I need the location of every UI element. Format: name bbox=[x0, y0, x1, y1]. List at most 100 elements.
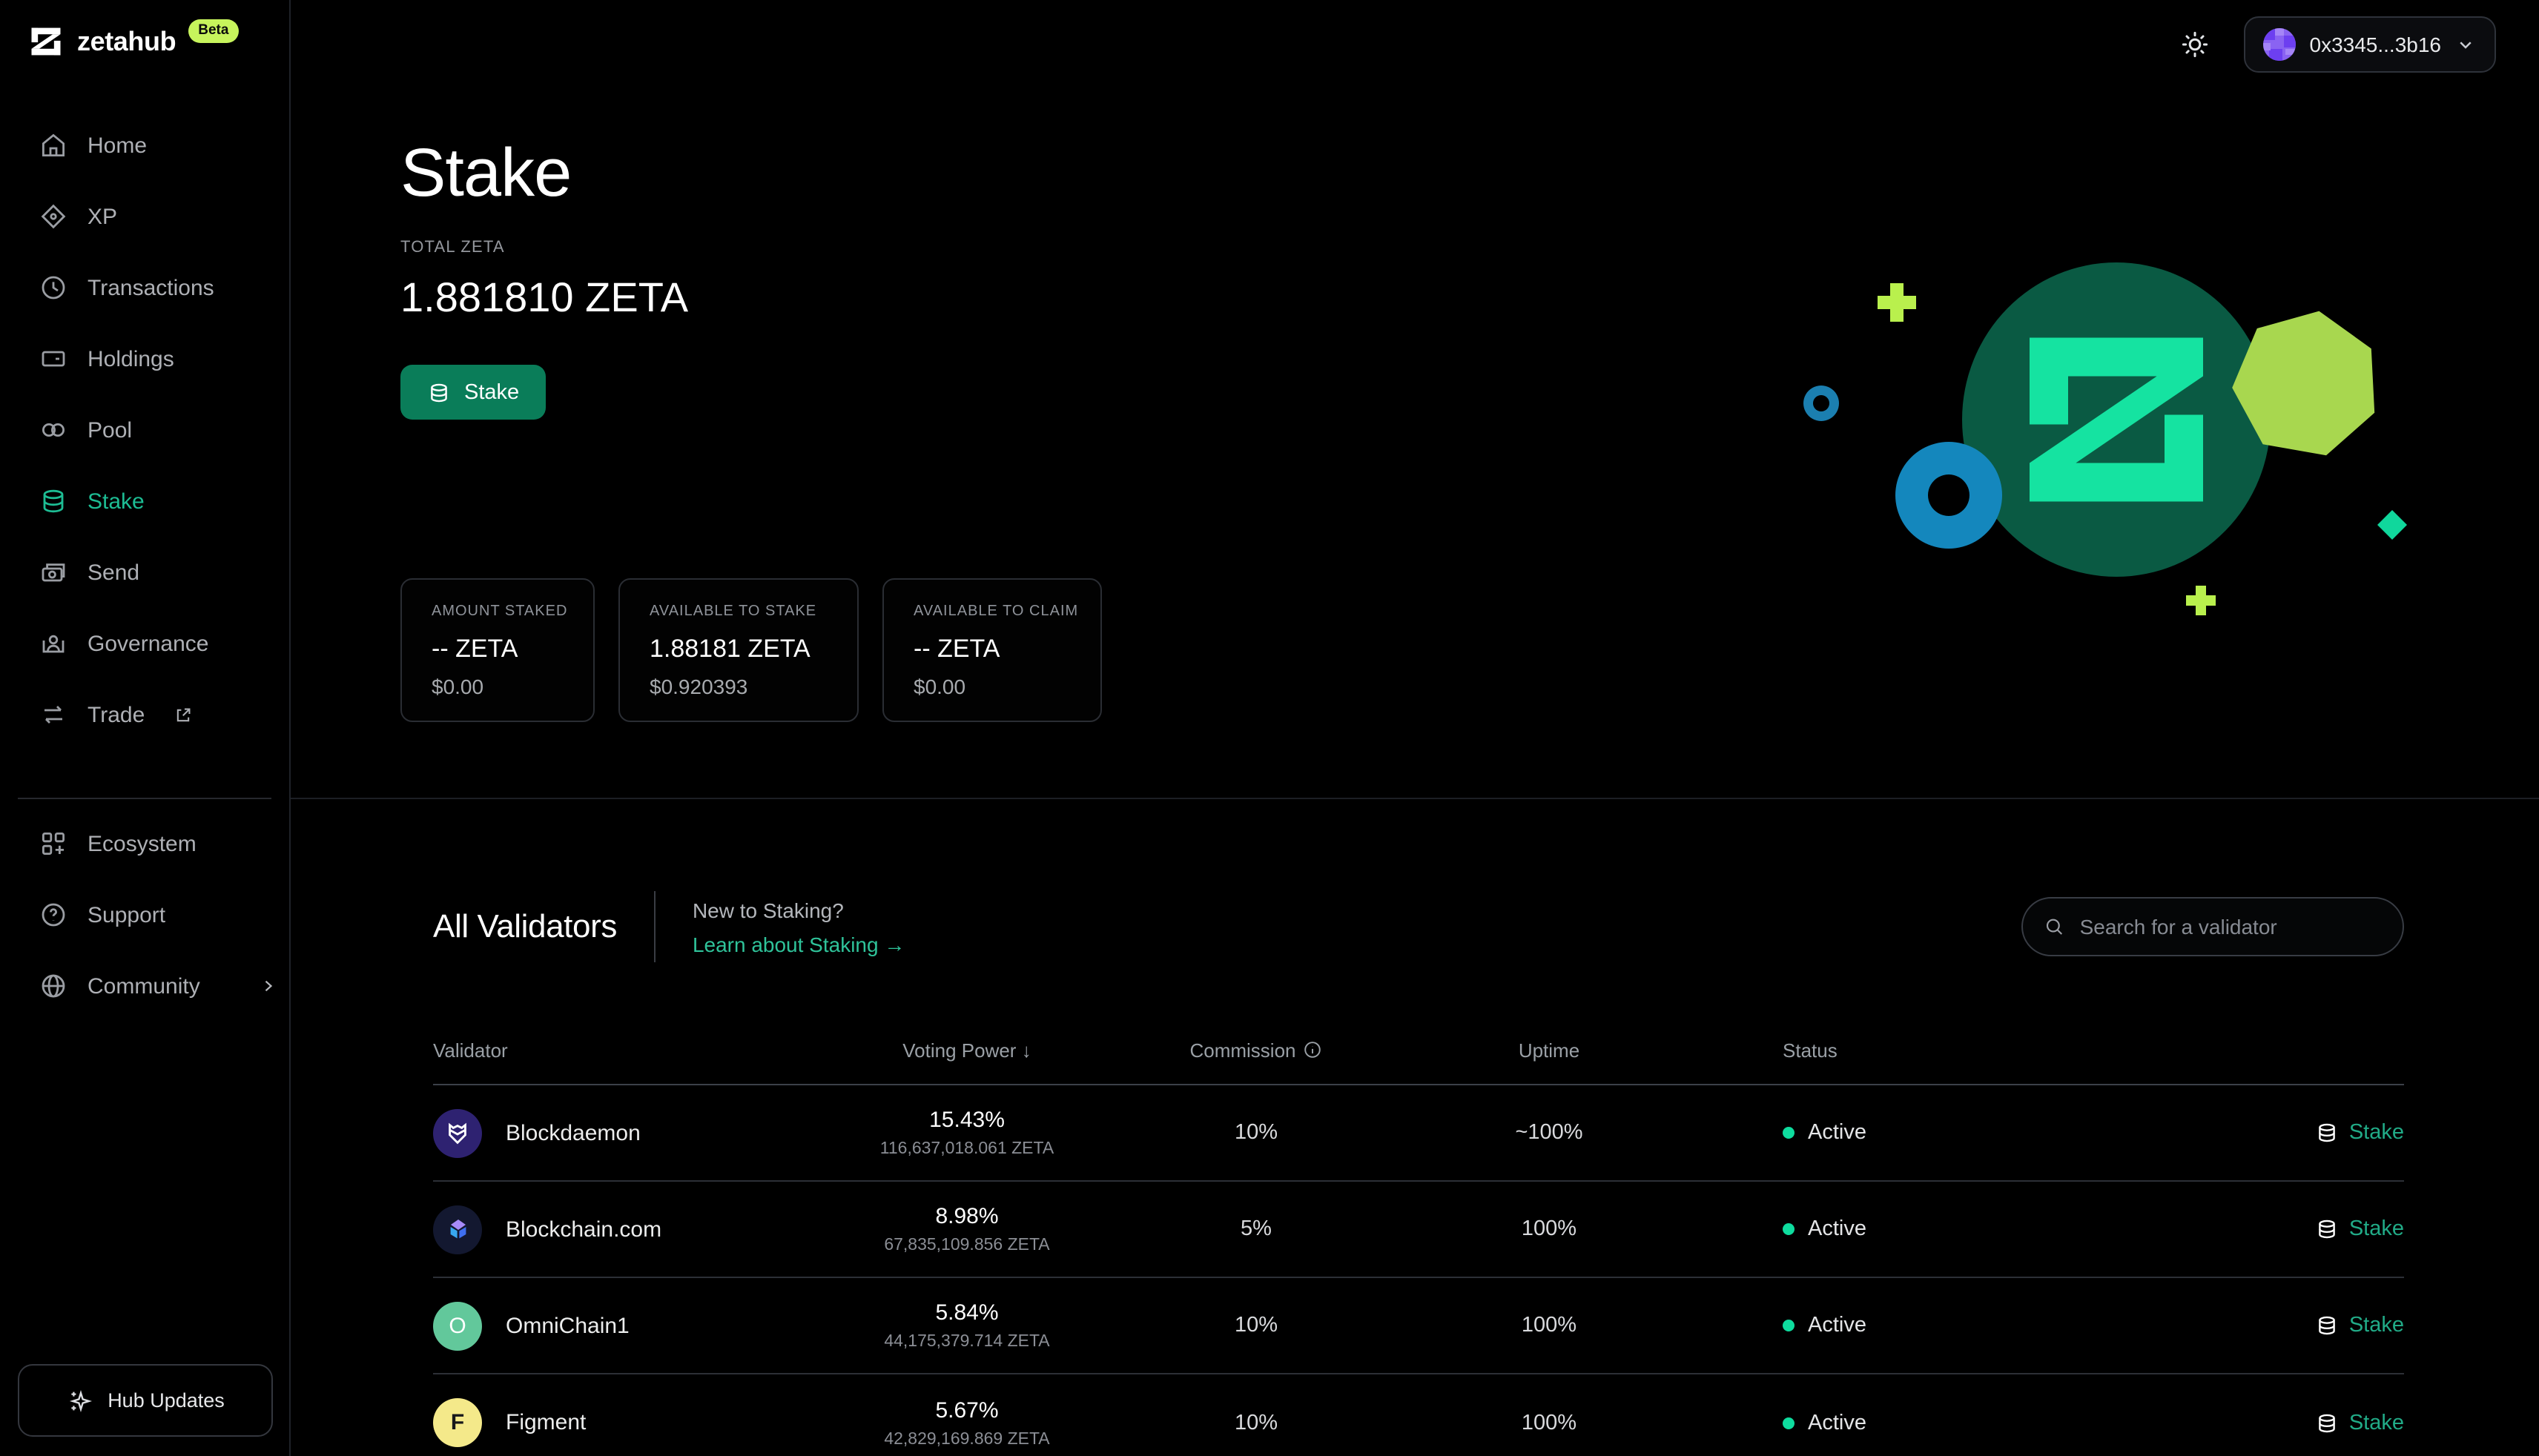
commission-value: 10% bbox=[1086, 1411, 1427, 1435]
sidebar-item-pool[interactable]: Pool bbox=[0, 394, 289, 466]
sidebar-item-label: Trade bbox=[88, 702, 145, 727]
table-header-row: Validator Voting Power ↓ Commission Upti… bbox=[433, 1039, 2404, 1085]
validator-search bbox=[2021, 897, 2404, 956]
hub-updates-button[interactable]: Hub Updates bbox=[18, 1364, 273, 1437]
wallet-address: 0x3345...3b16 bbox=[2310, 33, 2442, 56]
sidebar-item-stake[interactable]: Stake bbox=[0, 466, 289, 537]
validator-name: OmniChain1 bbox=[506, 1313, 630, 1338]
sidebar-item-send[interactable]: Send bbox=[0, 537, 289, 608]
sidebar-item-trade[interactable]: Trade bbox=[0, 679, 289, 750]
stake-button[interactable]: Stake bbox=[400, 365, 546, 420]
voting-power-pct: 15.43% bbox=[848, 1108, 1086, 1133]
uptime-value: 100% bbox=[1427, 1314, 1671, 1337]
sidebar-item-label: Holdings bbox=[88, 346, 174, 371]
logo[interactable]: zetahub Beta bbox=[0, 0, 289, 61]
uptime-value: ~100% bbox=[1427, 1121, 1671, 1145]
voting-power-zeta: 44,175,379.714 ZETA bbox=[848, 1333, 1086, 1351]
coins-icon bbox=[427, 380, 451, 404]
search-input[interactable] bbox=[2080, 915, 2382, 939]
validator-avatar: F bbox=[433, 1398, 482, 1447]
validator-name: Blockdaemon bbox=[506, 1120, 641, 1145]
status-cell: Active bbox=[1671, 1121, 2139, 1145]
sidebar-item-community[interactable]: Community bbox=[0, 950, 289, 1022]
card-value: -- ZETA bbox=[914, 635, 1071, 664]
stake-action-link[interactable]: Stake bbox=[2139, 1217, 2404, 1241]
status-cell: Active bbox=[1671, 1217, 2139, 1241]
status-label: Active bbox=[1808, 1411, 1866, 1435]
validators-header: All Validators New to Staking? Learn abo… bbox=[433, 891, 2404, 962]
hub-updates-label: Hub Updates bbox=[108, 1389, 225, 1412]
validator-row: Blockdaemon 15.43% 116,637,018.061 ZETA … bbox=[433, 1085, 2404, 1182]
wallet-avatar bbox=[2264, 28, 2297, 61]
search-icon bbox=[2044, 915, 2065, 939]
sidebar-item-label: Home bbox=[88, 133, 147, 158]
validator-avatar bbox=[433, 1108, 482, 1157]
external-link-icon bbox=[173, 705, 192, 724]
sidebar-item-holdings[interactable]: Holdings bbox=[0, 323, 289, 394]
main-content: 0x3345...3b16 St bbox=[291, 0, 2539, 1456]
coins-icon bbox=[2315, 1411, 2339, 1435]
coins-icon bbox=[2315, 1314, 2339, 1337]
voting-power-pct: 5.84% bbox=[848, 1300, 1086, 1326]
coins-icon bbox=[2315, 1217, 2339, 1241]
validator-avatar bbox=[433, 1205, 482, 1254]
validators-section: All Validators New to Staking? Learn abo… bbox=[291, 799, 2539, 1456]
uptime-value: 100% bbox=[1427, 1217, 1671, 1241]
avatar-letter: F bbox=[451, 1410, 464, 1435]
status-label: Active bbox=[1808, 1217, 1866, 1241]
sidebar-item-label: Send bbox=[88, 560, 139, 585]
active-status-dot bbox=[1783, 1320, 1795, 1331]
status-label: Active bbox=[1808, 1121, 1866, 1145]
cash-icon bbox=[39, 557, 68, 587]
sidebar-item-label: Transactions bbox=[88, 275, 214, 300]
zetahub-app: zetahub Beta Home XP Transactions Holdin… bbox=[0, 0, 2539, 1456]
validator-name: Blockchain.com bbox=[506, 1217, 661, 1242]
available-to-claim-card: AVAILABLE TO CLAIM -- ZETA $0.00 bbox=[882, 578, 1102, 722]
ecosystem-icon bbox=[39, 829, 68, 858]
stake-action-link[interactable]: Stake bbox=[2139, 1121, 2404, 1145]
sidebar-secondary-nav: Ecosystem Support Community bbox=[0, 808, 289, 1022]
learn-about-staking-link[interactable]: Learn about Staking → bbox=[693, 932, 905, 956]
card-label: AVAILABLE TO STAKE bbox=[650, 603, 828, 620]
stake-action-link[interactable]: Stake bbox=[2139, 1314, 2404, 1337]
sidebar-item-governance[interactable]: Governance bbox=[0, 608, 289, 679]
validator-row: O OmniChain1 5.84% 44,175,379.714 ZETA 1… bbox=[433, 1278, 2404, 1374]
col-commission: Commission bbox=[1086, 1039, 1427, 1062]
col-status: Status bbox=[1671, 1039, 2139, 1062]
card-usd: $0.00 bbox=[432, 675, 564, 698]
stake-action-link[interactable]: Stake bbox=[2139, 1411, 2404, 1435]
col-uptime: Uptime bbox=[1427, 1039, 1671, 1062]
col-voting-power[interactable]: Voting Power ↓ bbox=[848, 1039, 1086, 1062]
topbar: 0x3345...3b16 bbox=[2176, 16, 2497, 73]
commission-value: 5% bbox=[1086, 1217, 1427, 1241]
voting-power-pct: 8.98% bbox=[848, 1204, 1086, 1229]
sidebar-item-support[interactable]: Support bbox=[0, 879, 289, 950]
staking-info: New to Staking? Learn about Staking → bbox=[693, 898, 905, 956]
info-icon[interactable] bbox=[1302, 1039, 1323, 1060]
sidebar-item-label: Ecosystem bbox=[88, 831, 197, 856]
sidebar-item-xp[interactable]: XP bbox=[0, 181, 289, 252]
status-cell: Active bbox=[1671, 1411, 2139, 1435]
stake-action-label: Stake bbox=[2349, 1121, 2404, 1145]
validators-heading: All Validators bbox=[433, 907, 617, 946]
voting-power-pct: 5.67% bbox=[848, 1397, 1086, 1423]
governance-icon bbox=[39, 629, 68, 658]
xp-icon bbox=[39, 202, 68, 231]
sidebar-item-transactions[interactable]: Transactions bbox=[0, 252, 289, 323]
commission-value: 10% bbox=[1086, 1121, 1427, 1145]
sidebar-item-label: Community bbox=[88, 973, 200, 999]
theme-toggle-button[interactable] bbox=[2176, 25, 2215, 64]
amount-staked-card: AMOUNT STAKED -- ZETA $0.00 bbox=[400, 578, 595, 722]
wallet-button[interactable]: 0x3345...3b16 bbox=[2245, 16, 2497, 73]
status-label: Active bbox=[1808, 1314, 1866, 1337]
sidebar-item-ecosystem[interactable]: Ecosystem bbox=[0, 808, 289, 879]
stake-stat-cards: AMOUNT STAKED -- ZETA $0.00 AVAILABLE TO… bbox=[400, 578, 2539, 722]
sidebar-item-label: Support bbox=[88, 902, 165, 927]
active-status-dot bbox=[1783, 1417, 1795, 1429]
card-label: AVAILABLE TO CLAIM bbox=[914, 603, 1071, 620]
stake-hero: Stake TOTAL ZETA 1.881810 ZETA Stake AMO… bbox=[291, 0, 2539, 722]
stake-action-label: Stake bbox=[2349, 1314, 2404, 1337]
stake-action-label: Stake bbox=[2349, 1217, 2404, 1241]
beta-badge: Beta bbox=[188, 19, 239, 43]
sidebar-item-home[interactable]: Home bbox=[0, 110, 289, 181]
